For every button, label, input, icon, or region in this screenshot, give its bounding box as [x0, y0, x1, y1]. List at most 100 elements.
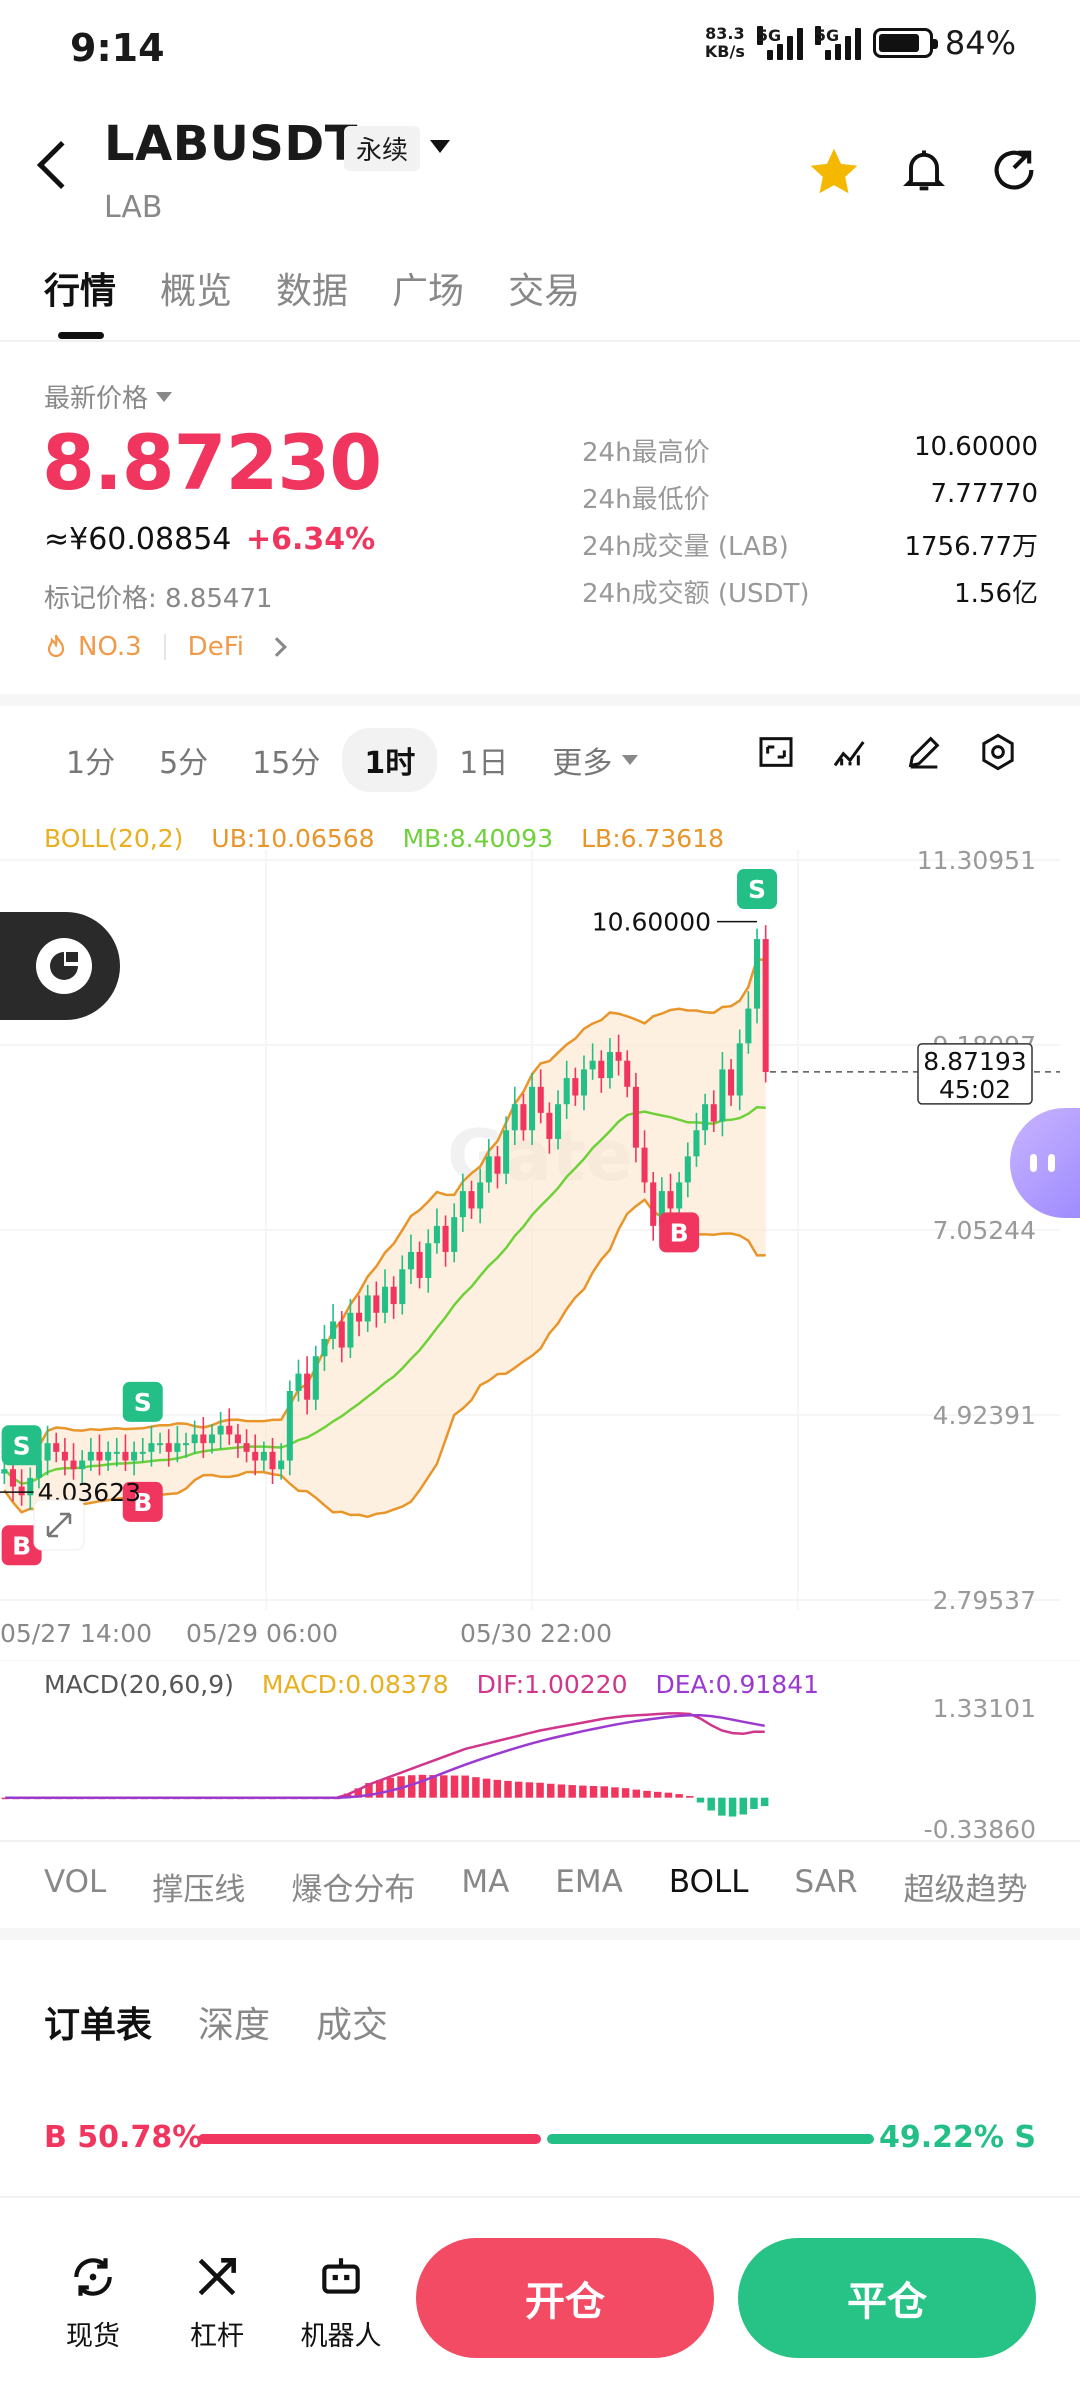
macd-bar: [504, 1780, 512, 1798]
macd-bar: [579, 1785, 587, 1798]
expand-icon[interactable]: [33, 1499, 85, 1551]
candle-body: [304, 1373, 311, 1400]
close-position-button[interactable]: 平仓: [738, 2238, 1036, 2358]
timeframe-1m[interactable]: 1分: [44, 728, 137, 792]
candle-body: [615, 1052, 622, 1061]
open-position-button[interactable]: 开仓: [416, 2238, 714, 2358]
draw-icon[interactable]: [904, 732, 944, 772]
candle-body: [598, 1060, 605, 1079]
high-label: 10.60000: [592, 908, 711, 937]
floating-assistant-button[interactable]: [0, 912, 120, 1020]
candle-body: [529, 1086, 536, 1131]
candle-body: [9, 1469, 17, 1487]
candle-body: [762, 939, 769, 1073]
bell-icon[interactable]: [898, 144, 950, 196]
buy-signal-badge: B: [659, 1212, 700, 1253]
candle-body: [1, 1469, 8, 1474]
flame-icon: [47, 634, 65, 658]
candle-body: [252, 1451, 259, 1461]
battery-icon: [872, 28, 938, 58]
nav-bot[interactable]: 机器人: [286, 2252, 396, 2353]
tab-depth[interactable]: 深度: [198, 1996, 270, 2048]
chevron-right-icon: [267, 637, 287, 657]
share-icon[interactable]: [988, 144, 1040, 196]
macd-bar: [632, 1789, 641, 1798]
candlestick-chart[interactable]: Gate SBSBBS 11.309519.180977.052444.9239…: [0, 850, 1080, 1660]
candle-body: [425, 1243, 432, 1279]
macd-chart[interactable]: 1.33101 -0.33860: [0, 1660, 1080, 1840]
tab-data[interactable]: 数据: [276, 262, 348, 314]
macd-axis-bottom: -0.33860: [924, 1815, 1036, 1840]
boll-band-fill: [4, 959, 766, 1517]
indicator-ema[interactable]: EMA: [555, 1864, 623, 1909]
nav-spot[interactable]: 现货: [38, 2252, 148, 2353]
candle-body: [286, 1391, 293, 1461]
timeframe-15m[interactable]: 15分: [230, 728, 342, 792]
macd-bar: [643, 1790, 651, 1798]
x-tick-label: 05/29 06:00: [186, 1619, 338, 1648]
timeframe-5m[interactable]: 5分: [137, 728, 230, 792]
tab-trades[interactable]: 成交: [316, 1996, 388, 2048]
macd-bar: [718, 1797, 726, 1816]
back-icon[interactable]: [36, 140, 86, 190]
candle-body: [243, 1443, 250, 1452]
macd-bar: [547, 1783, 555, 1798]
contract-type-badge[interactable]: 永续: [344, 126, 421, 171]
candle-body: [174, 1443, 181, 1452]
robot-icon: [322, 2258, 360, 2294]
indicator-icon[interactable]: [830, 732, 870, 772]
timeframe-1d[interactable]: 1日: [437, 728, 530, 792]
leverage-icon: [198, 2258, 236, 2296]
tab-market[interactable]: 行情: [44, 262, 116, 314]
settings-icon[interactable]: [978, 732, 1018, 772]
indicator-vol[interactable]: VOL: [44, 1864, 106, 1909]
dif-line: [5, 1712, 765, 1799]
chat-assistant-bubble[interactable]: [1010, 1108, 1080, 1218]
indicator-ma[interactable]: MA: [461, 1864, 509, 1909]
base-asset: LAB: [104, 190, 163, 225]
timeframe-more[interactable]: 更多: [530, 728, 660, 792]
tab-trade[interactable]: 交易: [508, 262, 580, 314]
tab-square[interactable]: 广场: [392, 262, 464, 314]
rank-row[interactable]: NO.3 DeFi: [44, 632, 287, 662]
signal-label: B: [12, 1531, 31, 1560]
candle-body: [226, 1425, 233, 1435]
candle-body: [641, 1147, 648, 1183]
nav-leverage[interactable]: 杠杆: [162, 2252, 272, 2353]
signal-icon-2: 5G: [814, 26, 861, 60]
caret-down-icon[interactable]: [430, 140, 450, 153]
indicator-sar[interactable]: SAR: [795, 1864, 858, 1909]
candle-body: [122, 1451, 129, 1461]
high-marker: 10.60000: [592, 908, 758, 937]
candle-body: [260, 1451, 267, 1461]
refresh-badge-icon: [36, 938, 92, 994]
timeframe-selector: 1分 5分 15分 1时 1日 更多: [44, 728, 660, 792]
tab-orderbook[interactable]: 订单表: [44, 1996, 152, 2048]
candle-body: [667, 1191, 674, 1209]
indicator-liquidation[interactable]: 爆仓分布: [291, 1864, 415, 1909]
timeframe-1h[interactable]: 1时: [342, 728, 438, 792]
indicator-supertrend[interactable]: 超级趋势: [904, 1864, 1028, 1909]
price-type-selector[interactable]: 最新价格: [44, 378, 173, 415]
candle-body: [338, 1321, 345, 1348]
macd-bar: [760, 1797, 769, 1807]
candle-body: [736, 1043, 743, 1096]
candle-body: [710, 1104, 717, 1122]
fullscreen-icon[interactable]: [756, 732, 796, 772]
star-icon[interactable]: [806, 144, 862, 200]
caret-down-icon: [622, 755, 639, 765]
sector-badge: DeFi: [187, 632, 244, 662]
tab-overview[interactable]: 概览: [160, 262, 232, 314]
candle-body: [321, 1338, 328, 1357]
buy-ratio-bar: [198, 2134, 541, 2144]
candle-body: [113, 1451, 120, 1454]
current-price-label: 8.87193: [923, 1047, 1026, 1076]
candle-body: [580, 1069, 588, 1096]
candle-body: [572, 1078, 579, 1096]
current-price-box: 8.87193 45:02: [917, 1043, 1033, 1105]
indicator-support-resistance[interactable]: 撑压线: [152, 1864, 245, 1909]
indicator-boll[interactable]: BOLL: [669, 1864, 749, 1909]
macd-bar: [514, 1781, 523, 1798]
candle-body: [53, 1443, 60, 1452]
candle-body: [399, 1269, 406, 1305]
